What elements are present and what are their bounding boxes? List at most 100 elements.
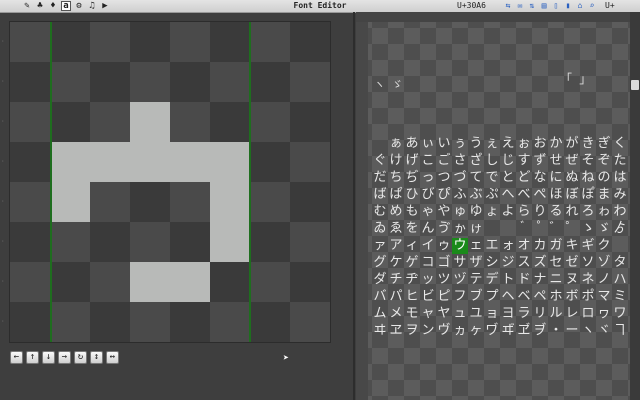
glyph-cell[interactable]: ち xyxy=(388,170,404,186)
glyph-cell[interactable]: ケ xyxy=(388,255,404,271)
glyph-cell[interactable]: キ xyxy=(564,238,580,254)
glyph-cell[interactable]: ル xyxy=(548,306,564,322)
glyph-cell[interactable]: ぞ xyxy=(596,153,612,169)
glyph-cell[interactable]: わ xyxy=(612,204,628,220)
glyph-cell[interactable]: ゑ xyxy=(388,221,404,237)
flip-vertical-button[interactable]: ↕ xyxy=(90,351,103,364)
glyph-cell[interactable]: え xyxy=(500,136,516,152)
glyph-cell[interactable]: ピ xyxy=(436,289,452,305)
glyph-cell[interactable]: そ xyxy=(580,153,596,169)
glyph-cell[interactable]: ゃ xyxy=(420,204,436,220)
glyph-cell[interactable]: ッ xyxy=(420,272,436,288)
glyph-cell[interactable]: い xyxy=(436,136,452,152)
pixel-editor-canvas[interactable] xyxy=(9,21,331,343)
glyph-cell[interactable]: せ xyxy=(548,153,564,169)
glyph-cell[interactable]: ペ xyxy=(532,289,548,305)
glyph-cell[interactable]: れ xyxy=(564,204,580,220)
glyph-cell[interactable]: ァ xyxy=(372,238,388,254)
glyph-cell[interactable]: ぇ xyxy=(484,136,500,152)
glyph-cell[interactable]: ラ xyxy=(516,306,532,322)
glyph-cell[interactable]: ゝ xyxy=(580,221,596,237)
glyph-cell[interactable]: グ xyxy=(372,255,388,271)
glyph-cell[interactable]: う xyxy=(468,136,484,152)
glyph-cell[interactable]: ん xyxy=(420,221,436,237)
glyph-cell[interactable]: に xyxy=(548,170,564,186)
glyph-cell[interactable]: だ xyxy=(372,170,388,186)
glyph-cell[interactable]: ヘ xyxy=(500,289,516,305)
glyph-cell[interactable]: メ xyxy=(388,306,404,322)
glyph-cell[interactable]: ス xyxy=(516,255,532,271)
glyph-cell[interactable]: ォ xyxy=(500,238,516,254)
glyph-cell[interactable]: フ xyxy=(452,289,468,305)
shift-down-button[interactable]: ↓ xyxy=(42,351,55,364)
glyph-cell[interactable]: ぼ xyxy=(564,187,580,203)
glyph-cell[interactable]: ヒ xyxy=(404,289,420,305)
shift-left-button[interactable]: ← xyxy=(10,351,23,364)
glyph-cell[interactable]: や xyxy=(436,204,452,220)
glyph-cell[interactable]: べ xyxy=(516,187,532,203)
glyph-cell[interactable]: ギ xyxy=(580,238,596,254)
glyph-cell[interactable]: ソ xyxy=(580,255,596,271)
glyph-cell[interactable]: ず xyxy=(532,153,548,169)
glyph-cell[interactable] xyxy=(500,221,516,237)
glyph-cell[interactable]: む xyxy=(372,204,388,220)
glyph-cell[interactable]: プ xyxy=(484,289,500,305)
glyph-cell[interactable]: こ xyxy=(420,153,436,169)
glyph-cell[interactable]: ョ xyxy=(484,306,500,322)
glyph-cell[interactable]: ご xyxy=(436,153,452,169)
glyph-cell[interactable]: ゜ xyxy=(564,221,580,237)
glyph-cell[interactable]: ぽ xyxy=(580,187,596,203)
glyph-cell[interactable]: ゅ xyxy=(452,204,468,220)
glyph-cell[interactable]: ジ xyxy=(500,255,516,271)
glyph-cell[interactable]: タ xyxy=(612,255,628,271)
glyph-cell[interactable]: し xyxy=(484,153,500,169)
glyph-cell[interactable]: ヅ xyxy=(452,272,468,288)
glyph-cell[interactable]: ぱ xyxy=(388,187,404,203)
glyph-cell[interactable]: ム xyxy=(372,306,388,322)
glyph-pixel[interactable] xyxy=(50,142,250,182)
glyph-cell[interactable]: ゛ xyxy=(548,221,564,237)
glyph-cell[interactable]: ぶ xyxy=(468,187,484,203)
glyph-cell[interactable]: ヽ xyxy=(580,323,596,339)
glyph-cell[interactable]: さ xyxy=(452,153,468,169)
glyph-table[interactable]: ヽ ゞ 「 」 ぁあぃいぅうぇえぉおかがきぎくぐけげこごさざしじすずせぜそぞただ… xyxy=(356,12,640,400)
glyph-cell[interactable]: は xyxy=(612,170,628,186)
flip-horizontal-button[interactable]: ↔ xyxy=(106,351,119,364)
glyph-cell[interactable]: ャ xyxy=(420,306,436,322)
scroll-thumb[interactable] xyxy=(631,80,639,90)
glyph-cell[interactable]: ハ xyxy=(612,272,628,288)
glyph-cell[interactable]: み xyxy=(612,187,628,203)
glyph-cell[interactable]: ダ xyxy=(372,272,388,288)
glyph-cell[interactable]: ヷ xyxy=(484,323,500,339)
glyph-cell[interactable]: シ xyxy=(484,255,500,271)
glyph-cell[interactable]: ふ xyxy=(452,187,468,203)
glyph-cell[interactable]: ょ xyxy=(484,204,500,220)
glyph-cell[interactable]: ぴ xyxy=(436,187,452,203)
glyph-cell[interactable]: ざ xyxy=(468,153,484,169)
glyph-cell[interactable]: ツ xyxy=(436,272,452,288)
glyph-cell[interactable]: め xyxy=(388,204,404,220)
glyph-cell[interactable]: カ xyxy=(532,238,548,254)
glyph-cell[interactable]: ゼ xyxy=(564,255,580,271)
glyph-cell[interactable]: ヱ xyxy=(388,323,404,339)
glyph-cell[interactable]: ぎ xyxy=(596,136,612,152)
glyph-cell[interactable]: チ xyxy=(388,272,404,288)
glyph-cell[interactable]: イ xyxy=(420,238,436,254)
glyph-cell[interactable]: か xyxy=(548,136,564,152)
glyph-cell[interactable]: ま xyxy=(596,187,612,203)
toolbar-right-icon[interactable]: ▯ xyxy=(551,1,561,11)
glyph-cell[interactable]: ミ xyxy=(612,289,628,305)
glyph-cell[interactable]: ヨ xyxy=(500,306,516,322)
glyph-cell[interactable]: ひ xyxy=(404,187,420,203)
glyph-cell[interactable]: ュ xyxy=(452,306,468,322)
glyph-cell[interactable]: ア xyxy=(388,238,404,254)
toolbar-right-icon[interactable]: ⌂ xyxy=(575,1,585,11)
glyph-cell[interactable]: ー xyxy=(564,323,580,339)
glyph-cell[interactable]: ぬ xyxy=(564,170,580,186)
scrollbar[interactable] xyxy=(630,12,640,400)
glyph-cell[interactable]: ヸ xyxy=(500,323,516,339)
glyph-cell[interactable]: へ xyxy=(500,187,516,203)
glyph-pixel[interactable] xyxy=(50,182,90,222)
glyph-cell[interactable]: ゔ xyxy=(436,221,452,237)
glyph-cell[interactable]: ゕ xyxy=(452,221,468,237)
